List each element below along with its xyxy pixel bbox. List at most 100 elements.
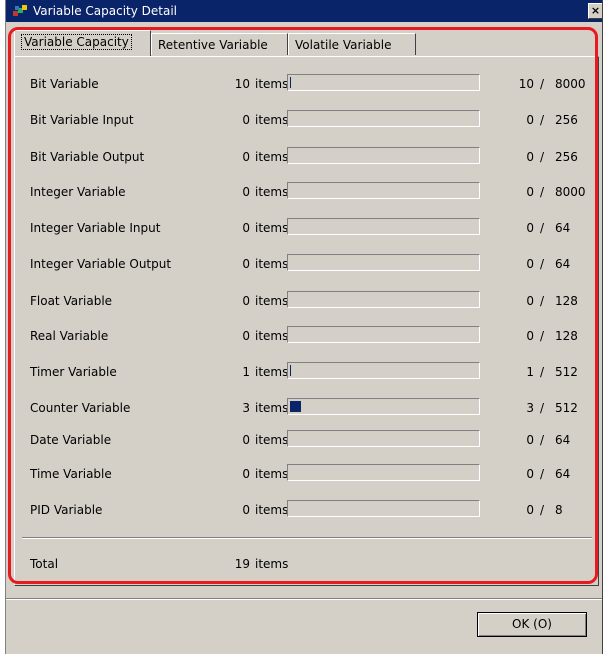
tab-label: Retentive Variable — [158, 38, 268, 52]
row-label: Time Variable — [30, 467, 112, 481]
row-used: 0 — [526, 150, 534, 164]
row-label: Bit Variable Output — [30, 150, 145, 164]
row-count: 0 — [242, 257, 250, 271]
row-slash: / — [540, 150, 545, 164]
row-label: PID Variable — [30, 503, 103, 517]
row-slash: / — [540, 433, 545, 447]
row-max: 64 — [555, 433, 571, 447]
capacity-bar — [287, 398, 480, 415]
row-count: 0 — [242, 467, 250, 481]
row-unit: items — [255, 433, 289, 447]
capacity-bar — [287, 218, 480, 235]
capacity-row: Integer Variable Output 0 items 0 / 64 — [0, 254, 603, 279]
row-label: Integer Variable Input — [30, 221, 161, 235]
row-slash: / — [540, 221, 545, 235]
row-max: 256 — [555, 150, 578, 164]
row-label: Counter Variable — [30, 401, 131, 415]
capacity-row: PID Variable 0 items 0 / 8 — [0, 500, 603, 525]
capacity-bar — [287, 182, 480, 199]
separator — [6, 598, 602, 600]
row-slash: / — [540, 401, 545, 415]
row-used: 3 — [526, 401, 534, 415]
row-label: Integer Variable — [30, 185, 126, 199]
title-bar: Variable Capacity Detail × — [6, 0, 602, 22]
row-used: 0 — [526, 257, 534, 271]
capacity-bar — [287, 147, 480, 164]
row-max: 128 — [555, 294, 578, 308]
row-used: 0 — [526, 113, 534, 127]
capacity-bar — [287, 74, 480, 91]
row-max: 128 — [555, 329, 578, 343]
row-used: 1 — [526, 365, 534, 379]
capacity-bar-fill — [290, 401, 301, 412]
close-button[interactable]: × — [588, 3, 602, 19]
close-icon: × — [590, 4, 601, 17]
capacity-bar-fill — [290, 77, 291, 88]
row-count: 10 — [234, 77, 250, 91]
row-used: 0 — [526, 221, 534, 235]
tab-volatile-variable[interactable]: Volatile Variable — [288, 33, 416, 55]
capacity-bar — [287, 110, 480, 127]
row-label: Bit Variable Input — [30, 113, 134, 127]
row-unit: items — [255, 113, 289, 127]
row-slash: / — [540, 467, 545, 481]
row-used: 0 — [526, 294, 534, 308]
row-max: 8000 — [555, 185, 586, 199]
row-label: Integer Variable Output — [30, 257, 172, 271]
row-unit: items — [255, 185, 289, 199]
row-count: 0 — [242, 185, 250, 199]
capacity-bar — [287, 500, 480, 517]
row-unit: items — [255, 221, 289, 235]
app-icon — [13, 5, 27, 16]
row-slash: / — [540, 185, 545, 199]
capacity-bar — [287, 326, 480, 343]
row-used: 0 — [526, 467, 534, 481]
row-used: 0 — [526, 185, 534, 199]
row-unit: items — [255, 257, 289, 271]
row-unit: items — [255, 77, 289, 91]
total-label: Total — [30, 557, 59, 571]
row-used: 10 — [518, 77, 534, 91]
tab-retentive-variable[interactable]: Retentive Variable — [151, 33, 288, 55]
row-count: 3 — [242, 401, 250, 415]
row-slash: / — [540, 113, 545, 127]
row-count: 0 — [242, 113, 250, 127]
tab-label: Variable Capacity — [21, 34, 132, 50]
row-slash: / — [540, 77, 545, 91]
row-label: Real Variable — [30, 329, 109, 343]
capacity-row: Bit Variable Input 0 items 0 / 256 — [0, 110, 603, 135]
row-unit: items — [255, 503, 289, 517]
total-unit: items — [255, 557, 289, 571]
row-unit: items — [255, 294, 289, 308]
row-used: 0 — [526, 329, 534, 343]
row-max: 64 — [555, 257, 571, 271]
tab-label: Volatile Variable — [295, 38, 392, 52]
window-title: Variable Capacity Detail — [33, 4, 178, 18]
capacity-row: Integer Variable 0 items 0 / 8000 — [0, 182, 603, 207]
capacity-row: Date Variable 0 items 0 / 64 — [0, 430, 603, 455]
row-label: Bit Variable — [30, 77, 99, 91]
row-count: 0 — [242, 433, 250, 447]
row-slash: / — [540, 329, 545, 343]
tab-variable-capacity[interactable]: Variable Capacity — [14, 30, 151, 56]
ok-button[interactable]: OK (O) — [477, 612, 587, 637]
row-unit: items — [255, 401, 289, 415]
row-max: 256 — [555, 113, 578, 127]
row-slash: / — [540, 257, 545, 271]
row-label: Timer Variable — [30, 365, 117, 379]
ok-button-label: OK (O) — [512, 617, 552, 631]
divider — [22, 537, 592, 539]
row-max: 8 — [555, 503, 563, 517]
row-count: 0 — [242, 221, 250, 235]
capacity-row: Counter Variable 3 items 3 / 512 — [0, 398, 603, 423]
row-label: Date Variable — [30, 433, 112, 447]
row-max: 512 — [555, 365, 578, 379]
row-max: 512 — [555, 401, 578, 415]
capacity-row: Bit Variable 10 items 10 / 8000 — [0, 74, 603, 99]
capacity-row: Integer Variable Input 0 items 0 / 64 — [0, 218, 603, 243]
row-max: 64 — [555, 467, 571, 481]
row-slash: / — [540, 365, 545, 379]
capacity-bar — [287, 362, 480, 379]
capacity-row: Bit Variable Output 0 items 0 / 256 — [0, 147, 603, 172]
capacity-bar — [287, 464, 480, 481]
